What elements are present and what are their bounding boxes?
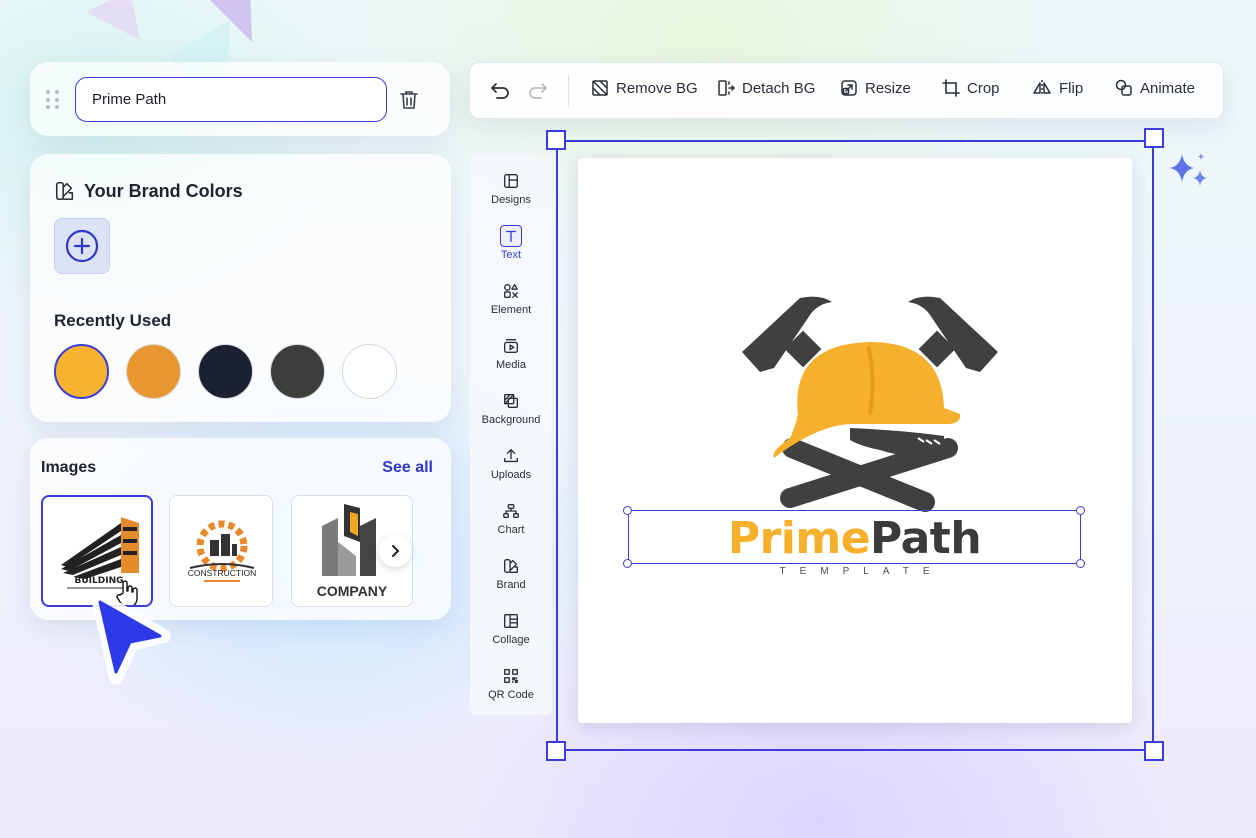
tool-label: Text <box>500 249 522 261</box>
color-swatch[interactable] <box>198 344 253 399</box>
flip-button[interactable]: Flip <box>1032 79 1083 97</box>
tool-qr-code[interactable]: QR Code <box>470 665 552 715</box>
thumb-label: COMPANY <box>317 583 388 599</box>
logo-title-text[interactable]: PrimePath <box>626 508 1083 570</box>
resize-handle-top-left[interactable] <box>546 130 566 150</box>
collage-icon <box>500 610 522 632</box>
chevron-right-icon <box>392 545 400 557</box>
tool-label: Chart <box>497 524 525 536</box>
thumb-label: CONSTRUCTION <box>188 568 256 578</box>
recently-used-label: Recently Used <box>54 311 172 330</box>
logo-word-2: Path <box>870 513 982 564</box>
animate-icon <box>1115 79 1132 96</box>
resize-handle-top-right[interactable] <box>1144 128 1164 148</box>
qr-code-icon <box>500 665 522 687</box>
upload-icon <box>500 445 522 467</box>
flip-icon <box>1033 80 1051 96</box>
tool-chart[interactable]: Chart <box>470 500 552 550</box>
sparkle-icon <box>1170 153 1207 186</box>
background-icon <box>500 390 522 412</box>
images-title: Images <box>41 459 97 476</box>
color-swatch[interactable] <box>54 344 109 399</box>
color-swatch[interactable] <box>126 344 181 399</box>
resize-handle-bottom-left[interactable] <box>546 741 566 761</box>
resize-handle-bottom-right[interactable] <box>1144 741 1164 761</box>
chart-icon <box>500 500 522 522</box>
brand-palette-icon <box>55 181 74 201</box>
toolbar-divider <box>568 75 569 108</box>
logo-word-1: Prime <box>727 513 871 564</box>
tool-label: Background <box>481 414 541 426</box>
tool-brand[interactable]: Brand <box>470 555 552 605</box>
tool-uploads[interactable]: Uploads <box>470 445 552 495</box>
pointer-cursor-icon <box>91 592 171 685</box>
crop-icon <box>942 79 960 97</box>
media-icon <box>500 335 522 357</box>
tool-text[interactable]: Text <box>470 225 552 275</box>
logo-tagline[interactable]: TEMPLATE <box>626 566 1083 577</box>
color-swatch[interactable] <box>270 344 325 399</box>
remove-bg-button[interactable]: Remove BG <box>591 79 698 97</box>
layout-icon <box>500 170 522 192</box>
brand-colors-header: Your Brand Colors <box>54 180 243 202</box>
image-thumb-building[interactable]: BUILDING <box>41 495 153 607</box>
brand-icon <box>500 555 522 577</box>
crop-button[interactable]: Crop <box>942 79 1000 97</box>
side-tool-strip: Designs Text Element Media Background Uploads… <box>470 155 552 715</box>
tool-label: Collage <box>492 634 530 646</box>
editor-toolbar: Remove BG Detach BG Resize Crop Flip Ani… <box>469 62 1224 119</box>
design-name-input[interactable] <box>75 77 387 122</box>
brand-colors-title: Your Brand Colors <box>84 180 243 201</box>
tool-designs[interactable]: Designs <box>470 170 552 220</box>
flip-label: Flip <box>1059 79 1084 97</box>
detach-bg-icon <box>718 80 735 96</box>
resize-icon <box>841 80 857 96</box>
see-all-link[interactable]: See all <box>382 459 433 477</box>
brand-colors-card: Your Brand Colors Recently Used <box>30 154 451 422</box>
color-swatch[interactable] <box>342 344 397 399</box>
redo-icon[interactable] <box>526 79 550 103</box>
tool-label: Designs <box>491 194 531 206</box>
construction-logo-image: CONSTRUCTION <box>188 520 256 582</box>
tool-label: Brand <box>496 579 526 591</box>
animate-label: Animate <box>1140 79 1196 97</box>
selection-frame[interactable] <box>556 140 1154 751</box>
image-thumb-construction[interactable]: CONSTRUCTION <box>169 495 273 607</box>
tool-label: Uploads <box>490 469 532 481</box>
resize-button[interactable]: Resize <box>840 79 911 97</box>
tool-label: Media <box>496 359 526 371</box>
remove-bg-label: Remove BG <box>616 79 698 97</box>
image-thumbnails: BUILDING CONSTRUCTION COMPANY <box>41 495 413 607</box>
detach-bg-label: Detach BG <box>742 79 816 97</box>
plus-circle-icon <box>65 229 99 263</box>
next-images-button[interactable] <box>379 535 411 567</box>
drag-handle-icon[interactable] <box>46 90 60 110</box>
add-color-button[interactable] <box>54 218 110 274</box>
trash-icon[interactable] <box>397 88 421 112</box>
text-icon <box>500 225 522 247</box>
remove-bg-icon <box>592 80 608 96</box>
tool-label: QR Code <box>488 689 534 701</box>
design-name-card <box>30 62 450 136</box>
animate-button[interactable]: Animate <box>1115 79 1195 97</box>
recent-colors <box>54 344 397 399</box>
crop-label: Crop <box>967 79 1000 97</box>
tool-background[interactable]: Background <box>470 390 552 440</box>
resize-label: Resize <box>865 79 911 97</box>
tool-label: Element <box>490 304 532 316</box>
detach-bg-button[interactable]: Detach BG <box>717 79 815 97</box>
tool-element[interactable]: Element <box>470 280 552 330</box>
undo-icon[interactable] <box>488 79 512 103</box>
tool-collage[interactable]: Collage <box>470 610 552 660</box>
tool-media[interactable]: Media <box>470 335 552 385</box>
shapes-icon <box>500 280 522 302</box>
